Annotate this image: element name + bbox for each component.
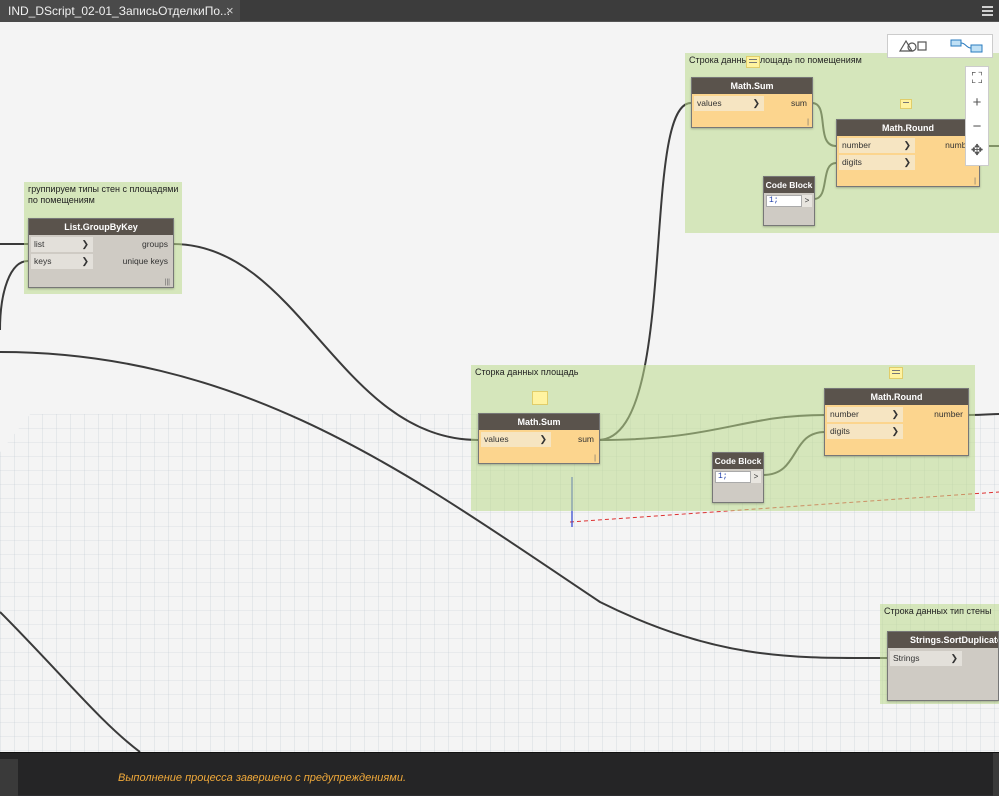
note-icon[interactable] bbox=[889, 367, 903, 379]
status-edge bbox=[993, 753, 999, 796]
zoom-to-fit-icon[interactable]: ⛶ bbox=[966, 67, 988, 91]
node-title: Code Block bbox=[713, 453, 763, 469]
view-toggle bbox=[887, 34, 993, 58]
close-tab-icon[interactable]: × bbox=[226, 0, 234, 22]
output-port-sum[interactable]: sum bbox=[571, 432, 597, 447]
graph-canvas[interactable]: группируем типы стен с площадями по поме… bbox=[0, 22, 999, 752]
input-port-digits[interactable]: digits ❯ bbox=[839, 155, 915, 170]
node-title: Math.Sum bbox=[479, 414, 599, 430]
status-bar: Выполнение процесса завершено с предупре… bbox=[0, 752, 999, 796]
output-port[interactable]: > bbox=[751, 471, 761, 483]
group-title: Строка данных тип стены bbox=[884, 606, 992, 616]
node-math-round-top[interactable]: Math.Round number ❯ digits ❯ number | bbox=[836, 119, 980, 187]
tab-title: IND_DScript_02-01_ЗаписьОтделкиПо... bbox=[8, 4, 231, 18]
lacing-indicator: | bbox=[594, 455, 596, 462]
code-editor[interactable]: 1; bbox=[766, 195, 802, 207]
node-list-groupbykey[interactable]: List.GroupByKey list ❯ keys ❯ groups uniqu… bbox=[28, 218, 174, 288]
node-math-round-mid[interactable]: Math.Round number ❯ digits ❯ number bbox=[824, 388, 969, 456]
tab-script-file[interactable]: IND_DScript_02-01_ЗаписьОтделкиПо... × bbox=[0, 0, 240, 22]
node-title: Math.Round bbox=[837, 120, 979, 136]
node-math-sum-mid[interactable]: Math.Sum values ❯ sum | bbox=[478, 413, 600, 464]
graph-nodes-icon[interactable] bbox=[941, 35, 993, 57]
code-editor[interactable]: 1; bbox=[715, 471, 751, 483]
shapes-icon[interactable] bbox=[888, 35, 940, 57]
tab-bar: IND_DScript_02-01_ЗаписьОтделкиПо... × bbox=[0, 0, 999, 22]
output-port-sum[interactable]: sum bbox=[784, 96, 810, 111]
input-port-list[interactable]: list ❯ bbox=[31, 237, 93, 252]
lacing-indicator: ||| bbox=[164, 279, 170, 286]
input-port-number[interactable]: number ❯ bbox=[827, 407, 903, 422]
status-message: Выполнение процесса завершено с предупре… bbox=[118, 772, 407, 784]
zoom-in-icon[interactable]: + bbox=[966, 91, 988, 115]
note-icon[interactable] bbox=[532, 391, 548, 405]
group-title: Сторка данных площадь bbox=[475, 367, 579, 377]
lacing-indicator: | bbox=[807, 119, 809, 126]
node-title: List.GroupByKey bbox=[29, 219, 173, 235]
input-port-strings[interactable]: Strings ❯ bbox=[890, 651, 962, 666]
output-port-unique-keys[interactable]: unique keys bbox=[115, 254, 171, 269]
output-port-groups[interactable]: groups bbox=[115, 237, 171, 252]
node-title: Strings.SortDuplicates bbox=[888, 632, 998, 648]
note-icon[interactable] bbox=[746, 56, 760, 68]
input-port-keys[interactable]: keys ❯ bbox=[31, 254, 93, 269]
pan-icon[interactable]: ✥ bbox=[966, 139, 988, 163]
node-code-block-mid[interactable]: Code Block 1; > bbox=[712, 452, 764, 503]
input-port-digits[interactable]: digits ❯ bbox=[827, 424, 903, 439]
output-port[interactable]: > bbox=[802, 195, 812, 207]
run-mode-panel[interactable] bbox=[0, 759, 18, 796]
group-title: группируем типы стен с площадями по поме… bbox=[28, 184, 179, 205]
input-port-values[interactable]: values ❯ bbox=[481, 432, 551, 447]
input-port-number[interactable]: number ❯ bbox=[839, 138, 915, 153]
node-title: Code Block bbox=[764, 177, 814, 193]
input-port-values[interactable]: values ❯ bbox=[694, 96, 764, 111]
node-title: Math.Sum bbox=[692, 78, 812, 94]
output-port-number[interactable]: number bbox=[926, 407, 966, 422]
note-icon[interactable] bbox=[900, 99, 912, 109]
zoom-out-icon[interactable]: − bbox=[966, 115, 988, 139]
wire-groups-to-sum bbox=[172, 243, 479, 441]
node-title: Math.Round bbox=[825, 389, 968, 405]
group-title: Строка данных площадь по помещениям bbox=[689, 55, 862, 65]
node-code-block-top[interactable]: Code Block 1; > bbox=[763, 176, 815, 226]
zoom-controls: ⛶ + − ✥ bbox=[965, 66, 989, 166]
node-math-sum-top[interactable]: Math.Sum values ❯ sum | bbox=[691, 77, 813, 128]
lacing-indicator: | bbox=[974, 178, 976, 185]
node-strings-sortduplicates[interactable]: Strings.SortDuplicates Strings ❯ bbox=[887, 631, 999, 701]
menu-icon[interactable] bbox=[982, 6, 993, 16]
